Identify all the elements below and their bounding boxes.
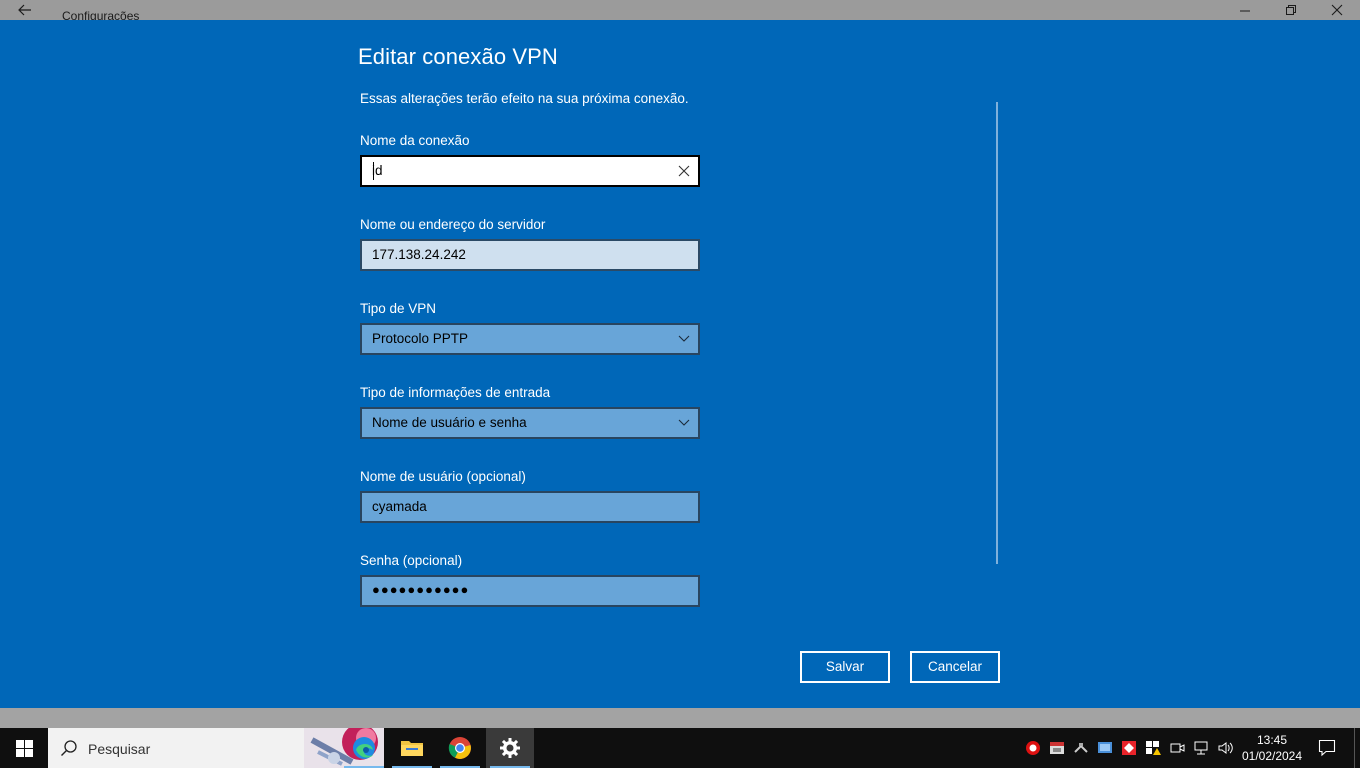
taskbar-clock[interactable]: 13:45 01/02/2024	[1236, 732, 1308, 764]
username-input[interactable]: cyamada	[360, 491, 700, 523]
meet-now-tray-icon[interactable]	[1169, 740, 1185, 756]
settings-window-bottom	[0, 708, 1360, 728]
calendar-tray-icon[interactable]	[1049, 740, 1065, 756]
dialog-title: Editar conexão VPN	[358, 44, 558, 69]
minimize-icon	[1240, 10, 1250, 12]
display-tray-icon[interactable]	[1097, 740, 1113, 756]
notification-center-icon[interactable]	[1318, 739, 1336, 757]
windows-security-warning-icon[interactable]	[1145, 740, 1161, 756]
vpn-type-select[interactable]: Protocolo PPTP	[360, 323, 700, 355]
restore-button[interactable]	[1268, 0, 1314, 20]
network-ethernet-icon[interactable]	[1193, 740, 1209, 756]
username-value: cyamada	[372, 499, 427, 514]
username-label: Nome de usuário (opcional)	[360, 469, 526, 484]
search-placeholder: Pesquisar	[88, 741, 151, 757]
vpn-type-value: Protocolo PPTP	[372, 331, 469, 346]
clock-time: 13:45	[1256, 733, 1288, 747]
restore-icon	[1286, 5, 1296, 15]
start-button[interactable]	[0, 728, 48, 768]
back-button[interactable]	[12, 2, 36, 18]
server-address-input[interactable]: 177.138.24.242	[360, 239, 700, 271]
edit-vpn-dialog: Editar conexão VPN Essas alterações terã…	[0, 20, 1360, 708]
chevron-down-icon	[678, 335, 690, 342]
server-label: Nome ou endereço do servidor	[360, 217, 546, 232]
taskbar-settings[interactable]	[486, 728, 534, 768]
dialog-scrollbar[interactable]	[996, 102, 998, 564]
chrome-icon	[448, 737, 471, 759]
signin-type-select[interactable]: Nome de usuário e senha	[360, 407, 700, 439]
signin-type-label: Tipo de informações de entrada	[360, 385, 551, 400]
connection-name-value: id	[372, 163, 383, 178]
network-share-tray-icon[interactable]	[1073, 740, 1089, 756]
clear-text-icon[interactable]	[678, 165, 690, 177]
volume-icon[interactable]	[1217, 740, 1233, 756]
dialog-subtitle: Essas alterações terão efeito na sua pró…	[360, 91, 689, 106]
close-window-button[interactable]	[1314, 0, 1360, 20]
password-value: ●●●●●●●●●●●	[372, 582, 470, 597]
clock-date: 01/02/2024	[1241, 749, 1303, 763]
cancel-button[interactable]: Cancelar	[910, 651, 1000, 683]
windows-logo-icon	[16, 740, 33, 757]
taskbar-chrome[interactable]	[436, 728, 484, 768]
minimize-button[interactable]	[1222, 0, 1268, 20]
signin-type-value: Nome de usuário e senha	[372, 415, 527, 430]
server-address-value: 177.138.24.242	[372, 247, 466, 262]
settings-gear-icon	[500, 738, 520, 758]
vpn-type-label: Tipo de VPN	[360, 301, 437, 316]
taskbar: Pesquisar 13:45 01/02/2024	[0, 728, 1360, 768]
password-input[interactable]: ●●●●●●●●●●●	[360, 575, 700, 607]
edge-icon	[353, 737, 375, 759]
save-button[interactable]: Salvar	[800, 651, 890, 683]
back-arrow-icon	[18, 4, 31, 16]
file-explorer-icon	[401, 741, 423, 756]
antivirus-tray-icon[interactable]	[1025, 740, 1041, 756]
chevron-down-icon	[678, 419, 690, 426]
anydesk-tray-icon[interactable]	[1121, 740, 1137, 756]
taskbar-search-box[interactable]: Pesquisar	[48, 728, 384, 768]
show-desktop-button[interactable]	[1354, 728, 1355, 768]
window-titlebar: Configurações	[0, 0, 1360, 23]
password-label: Senha (opcional)	[360, 553, 463, 568]
close-icon	[1331, 4, 1343, 16]
search-icon	[61, 740, 77, 756]
taskbar-file-explorer[interactable]	[388, 728, 436, 768]
connection-name-label: Nome da conexão	[360, 133, 470, 148]
taskbar-edge[interactable]	[340, 728, 388, 768]
connection-name-input[interactable]: id	[360, 155, 700, 187]
